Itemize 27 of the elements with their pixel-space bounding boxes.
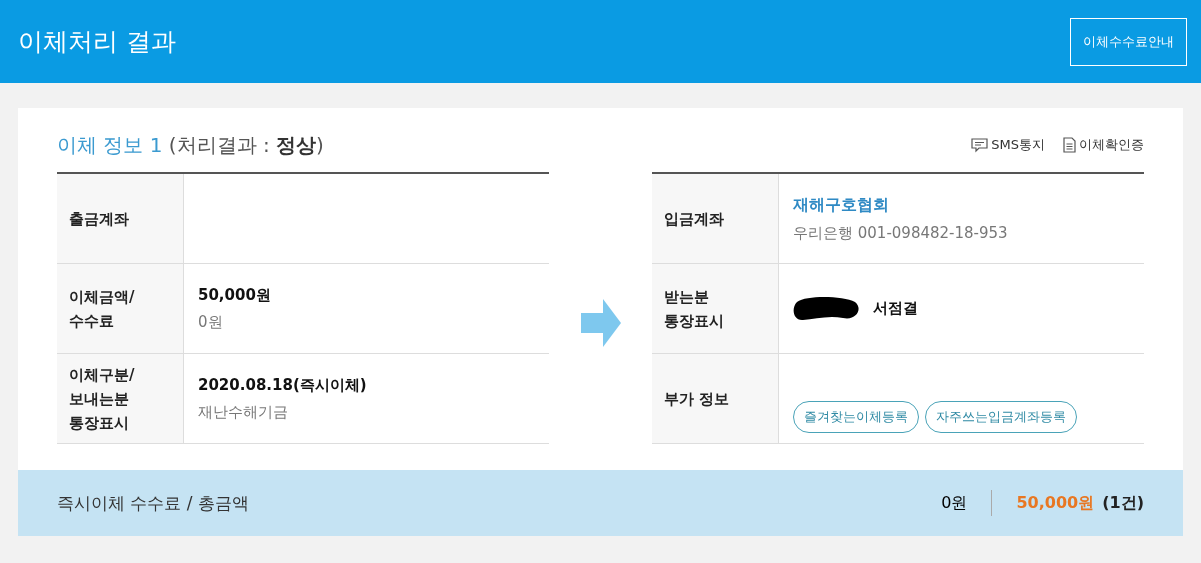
total-amount: 50,000원: [1016, 492, 1095, 514]
page-title: 이체처리 결과: [18, 26, 176, 58]
row-label: 부가 정보: [652, 354, 779, 443]
register-button[interactable]: 자주쓰는입금계좌등록: [925, 401, 1077, 433]
row-label: 출금계좌: [57, 174, 184, 263]
section-title: 이체 정보 1 (처리결과 : 정상): [57, 131, 324, 159]
transfer-count: (1건): [1102, 492, 1144, 514]
row-label: 받는분 통장표시: [652, 264, 779, 353]
row-label: 이체구분/ 보내는분 통장표시: [57, 354, 184, 443]
fee-amount: 0원: [941, 492, 968, 514]
cell-value: 0원: [198, 312, 224, 332]
arrow-right-icon: [580, 299, 621, 347]
sms-notify-link[interactable]: SMS통지: [971, 136, 1045, 154]
row-label: 입금계좌: [652, 174, 779, 263]
cell-value: 재해구호협회: [793, 194, 890, 216]
transfer-receipt-link[interactable]: 이체확인증: [1063, 136, 1144, 154]
cell-value: 서점결: [873, 299, 918, 318]
register-button[interactable]: 즐겨찾는이체등록: [793, 401, 919, 433]
message-icon: [971, 137, 989, 153]
summary-label: 즉시이체 수수료 / 총금액: [57, 491, 249, 515]
cell-value: 50,000원: [198, 285, 272, 305]
cell-value: 우리은행 001-098482-18-953: [793, 223, 1009, 243]
document-icon: [1063, 137, 1076, 153]
cell-value: 재난수해기금: [198, 402, 289, 422]
cell-value: 2020.08.18(즉시이체): [198, 375, 368, 395]
fee-guide-button[interactable]: 이체수수료안내: [1070, 17, 1187, 66]
row-label: 이체금액/ 수수료: [57, 264, 184, 353]
